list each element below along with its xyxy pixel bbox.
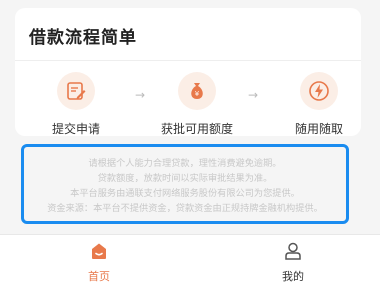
- tab-home[interactable]: 首页: [69, 241, 129, 284]
- tab-home-label: 首页: [88, 270, 110, 283]
- money-bag-icon: ¥: [178, 72, 216, 110]
- divider: [15, 60, 361, 61]
- disclaimer-line: 请根据个人能力合理贷款，理性消费避免逾期。: [88, 158, 282, 169]
- bottom-tab-bar: 首页 我的: [0, 234, 380, 289]
- disclaimer-line: 贷款额度，放款时间以实际审批结果为准。: [97, 173, 273, 184]
- tab-mine[interactable]: 我的: [263, 241, 323, 284]
- disclaimer-notice: 请根据个人能力合理贷款，理性消费避免逾期。 贷款额度，放款时间以实际审批结果为准…: [21, 144, 349, 224]
- lightning-icon: [300, 72, 338, 110]
- step-label: 提交申请: [51, 122, 100, 136]
- disclaimer-line: 资金来源：本平台不提供资金，贷款资金由正规持牌金融机构提供。: [47, 203, 323, 214]
- arrow-icon: →: [248, 88, 259, 102]
- step-submit-application: 提交申请: [21, 72, 131, 137]
- step-use-anytime: 随用随取: [264, 72, 374, 137]
- disclaimer-line: 本平台服务由通联支付网络服务股份有限公司为您提供。: [70, 188, 300, 199]
- home-icon: [92, 243, 106, 259]
- step-label: 获批可用额度: [160, 122, 233, 136]
- svg-text:¥: ¥: [195, 90, 200, 98]
- user-icon: [285, 242, 301, 260]
- step-get-approved: ¥ 获批可用额度: [142, 72, 252, 137]
- form-edit-icon: [57, 72, 95, 110]
- step-label: 随用随取: [294, 122, 343, 136]
- tab-mine-label: 我的: [282, 270, 304, 283]
- loan-process-card: 借款流程简单 提交申请 → ¥ 获批可用额度 → 随用随取: [15, 8, 361, 136]
- card-title: 借款流程简单: [29, 28, 137, 48]
